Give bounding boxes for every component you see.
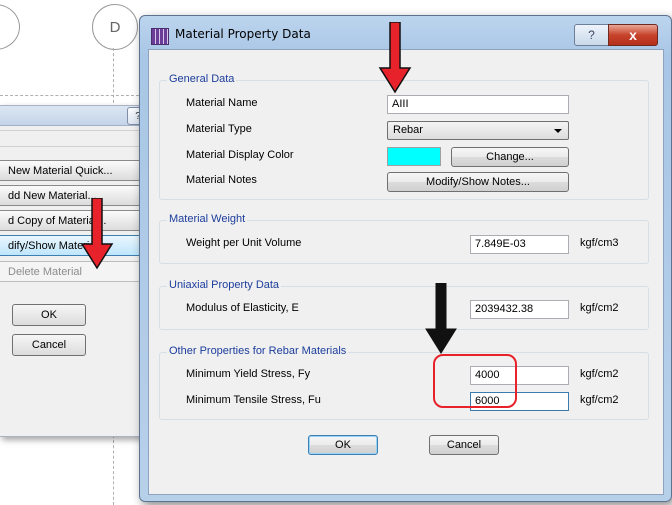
cancel-button[interactable]: Cancel bbox=[429, 435, 499, 455]
highlight-box bbox=[433, 354, 517, 408]
grid-line bbox=[113, 435, 114, 505]
rebar-properties-group: Other Properties for Rebar Materials Min… bbox=[159, 345, 649, 420]
back-cancel-button[interactable]: Cancel bbox=[12, 334, 86, 356]
grid-line bbox=[113, 48, 114, 108]
general-data-group: General Data Material Name AIII Material… bbox=[159, 73, 649, 200]
red-arrow-icon bbox=[378, 22, 412, 94]
close-icon: x bbox=[629, 27, 637, 43]
add-copy-of-material-button[interactable]: d Copy of Material... bbox=[0, 210, 142, 231]
change-color-button[interactable]: Change... bbox=[451, 147, 569, 167]
display-color-swatch bbox=[387, 147, 441, 166]
min-tensile-stress-label: Minimum Tensile Stress, Fu bbox=[186, 394, 321, 406]
material-name-label: Material Name bbox=[186, 97, 258, 109]
help-icon: ? bbox=[588, 28, 595, 42]
group-title: General Data bbox=[167, 73, 237, 85]
ok-button[interactable]: OK bbox=[308, 435, 378, 455]
min-yield-stress-label: Minimum Yield Stress, Fy bbox=[186, 368, 311, 380]
dialog-client-area: General Data Material Name AIII Material… bbox=[148, 49, 664, 495]
weight-per-volume-label: Weight per Unit Volume bbox=[186, 237, 302, 249]
grid-bubble-c: C bbox=[0, 4, 20, 50]
display-color-label: Material Display Color bbox=[186, 149, 294, 161]
back-ok-button[interactable]: OK bbox=[12, 304, 86, 326]
back-dialog-titlebar: ? bbox=[0, 106, 150, 126]
modify-show-material-button[interactable]: dify/Show Material... bbox=[0, 235, 142, 256]
yield-stress-unit: kgf/cm2 bbox=[580, 368, 619, 380]
material-type-value: Rebar bbox=[393, 124, 423, 136]
modulus-unit: kgf/cm2 bbox=[580, 302, 619, 314]
delete-material-button[interactable]: Delete Material bbox=[0, 261, 142, 282]
add-new-material-button[interactable]: dd New Material... bbox=[0, 185, 142, 206]
modulus-of-elasticity-label: Modulus of Elasticity, E bbox=[186, 302, 299, 314]
define-materials-dialog: ? New Material Quick... dd New Material.… bbox=[0, 105, 151, 437]
material-notes-label: Material Notes bbox=[186, 174, 257, 186]
group-title: Material Weight bbox=[167, 213, 248, 225]
grid-line bbox=[0, 95, 139, 96]
material-type-label: Material Type bbox=[186, 123, 252, 135]
material-icon bbox=[151, 28, 169, 45]
material-type-select[interactable]: Rebar bbox=[387, 121, 569, 140]
modulus-of-elasticity-input[interactable]: 2039432.38 bbox=[470, 300, 569, 319]
grid-bubble-d: D bbox=[92, 4, 138, 50]
chevron-down-icon bbox=[554, 129, 562, 133]
modify-show-notes-button[interactable]: Modify/Show Notes... bbox=[387, 172, 569, 192]
group-title: Uniaxial Property Data bbox=[167, 279, 282, 291]
weight-per-volume-input[interactable]: 7.849E-03 bbox=[470, 235, 569, 254]
uniaxial-property-group: Uniaxial Property Data Modulus of Elasti… bbox=[159, 279, 649, 330]
dialog-title: Material Property Data bbox=[175, 27, 311, 41]
tensile-stress-unit: kgf/cm2 bbox=[580, 394, 619, 406]
help-button[interactable]: ? bbox=[574, 24, 609, 46]
material-name-input[interactable]: AIII bbox=[387, 95, 569, 114]
group-title: Other Properties for Rebar Materials bbox=[167, 345, 349, 357]
back-list-row bbox=[0, 130, 144, 147]
material-weight-group: Material Weight Weight per Unit Volume 7… bbox=[159, 213, 649, 264]
grid-bubble-label: D bbox=[109, 18, 121, 36]
add-new-material-quick-button[interactable]: New Material Quick... bbox=[0, 160, 142, 181]
weight-unit: kgf/cm3 bbox=[580, 237, 619, 249]
close-button[interactable]: x bbox=[608, 24, 658, 46]
red-arrow-icon bbox=[80, 198, 114, 270]
black-arrow-icon bbox=[425, 283, 457, 354]
